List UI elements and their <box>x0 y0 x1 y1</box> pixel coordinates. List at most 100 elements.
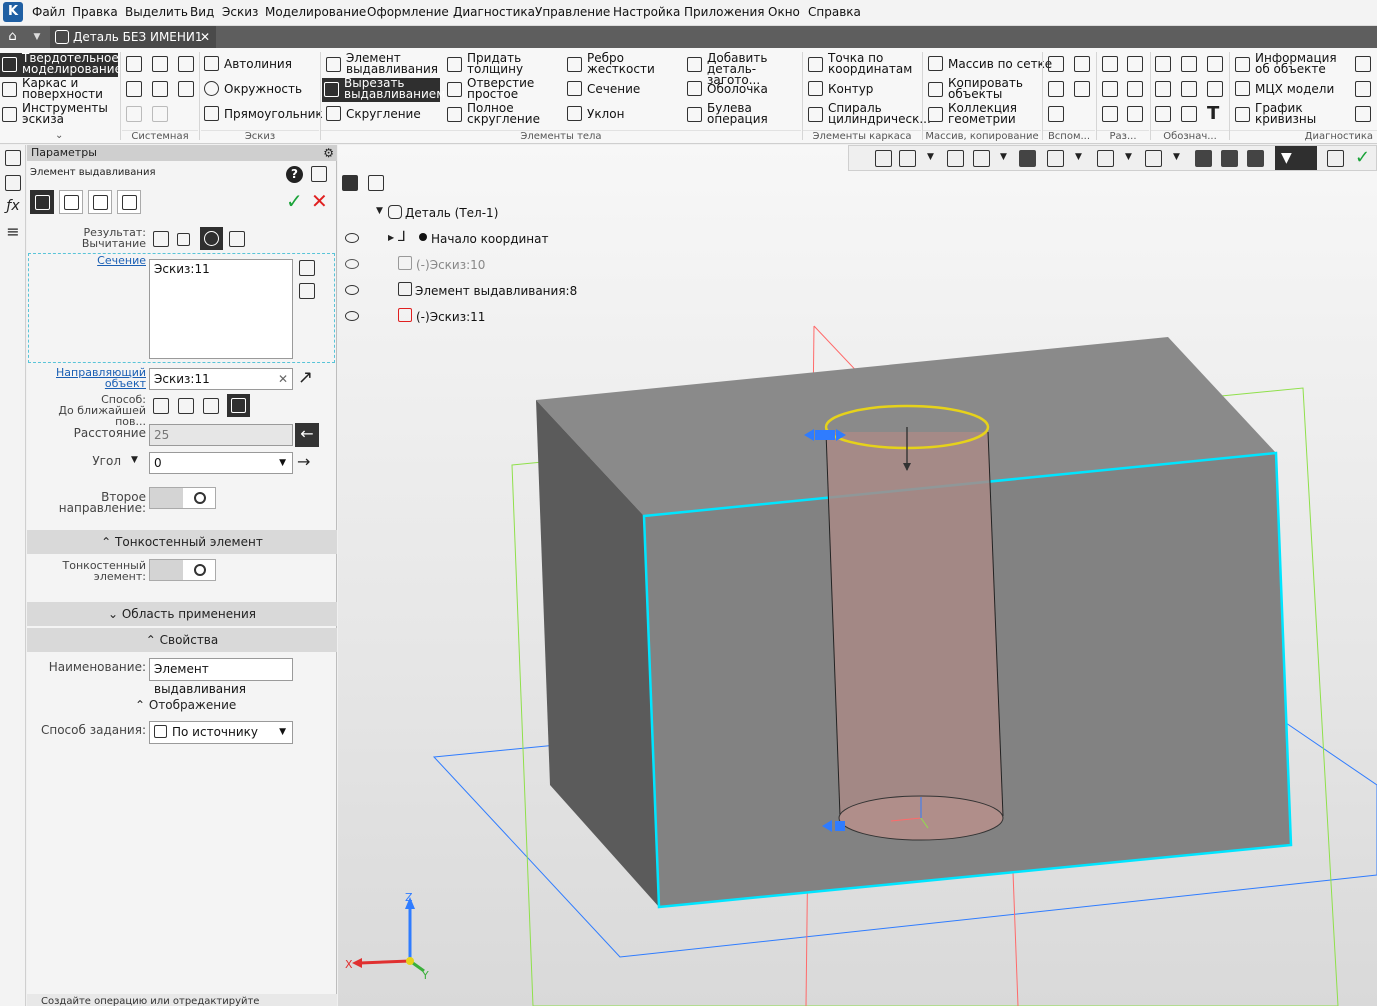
diag-extra-icon[interactable] <box>1355 56 1371 72</box>
guide-link[interactable]: Направляющий объект <box>29 367 146 389</box>
create-sketch-icon[interactable] <box>299 283 315 299</box>
close-tab-icon[interactable]: ✕ <box>200 26 210 48</box>
app-logo-icon[interactable]: K <box>3 2 23 22</box>
chevron-down-icon[interactable]: ▼ <box>1075 152 1082 162</box>
hidden-eye-icon[interactable] <box>345 259 359 269</box>
result-union-icon[interactable] <box>153 231 169 247</box>
visibility-icon[interactable] <box>1145 150 1162 167</box>
open-file-icon[interactable] <box>152 56 168 72</box>
second-direction-toggle[interactable] <box>149 487 216 509</box>
roughness-icon[interactable] <box>1207 56 1223 72</box>
rib-button[interactable]: Ребро жесткости <box>565 52 675 77</box>
menu-apps[interactable]: Приложения <box>684 5 765 19</box>
thin-wall-toggle[interactable] <box>149 559 216 581</box>
layers-menu-icon[interactable]: ≡ <box>5 224 21 241</box>
method-nearest-surface-button[interactable] <box>227 394 250 417</box>
menu-manage[interactable]: Управление <box>535 5 610 19</box>
undo-icon[interactable] <box>126 106 142 122</box>
mass-properties-button[interactable]: МЦХ модели <box>1233 77 1334 101</box>
home-icon[interactable]: ⌂ <box>0 26 25 48</box>
snap-icon[interactable] <box>1195 150 1212 167</box>
variables-fx-icon[interactable]: ƒx <box>5 199 21 216</box>
help-icon[interactable]: ? <box>286 166 303 183</box>
method-distance-icon[interactable] <box>153 398 169 414</box>
weld-icon[interactable] <box>1127 106 1143 122</box>
tab-properties-button[interactable] <box>117 190 141 214</box>
menu-view[interactable]: Вид <box>190 5 214 19</box>
clear-x-icon[interactable]: ✕ <box>278 369 288 389</box>
tab-dropdown-icon[interactable]: ▼ <box>28 26 46 48</box>
thread-icon[interactable] <box>1155 56 1171 72</box>
model-tree-icon[interactable] <box>5 150 21 166</box>
rotate-icon[interactable] <box>973 150 990 167</box>
expand-arrow-icon[interactable]: ▶ <box>388 233 394 242</box>
tree-item-origin[interactable]: Начало координат <box>431 232 548 246</box>
result-new-body-icon[interactable] <box>177 233 190 246</box>
eyedropper-icon[interactable] <box>1327 150 1344 167</box>
menu-help[interactable]: Справка <box>808 5 861 19</box>
display-subsection-header[interactable]: ⌃ Отображение <box>135 698 236 712</box>
circle-button[interactable]: Окружность <box>202 77 302 101</box>
aux-axis-icon[interactable] <box>1074 56 1090 72</box>
mode-solid-modeling[interactable]: Твердотельное моделирование <box>0 52 122 77</box>
tab-document[interactable]: Деталь БЕЗ ИМЕНИ1 ✕ <box>50 26 216 48</box>
chevron-down-icon[interactable]: ▼ <box>1000 152 1007 162</box>
tree-item-sketch11[interactable]: (-)Эскиз:11 <box>416 310 485 324</box>
method-to-vertex-icon[interactable] <box>203 398 219 414</box>
menu-select[interactable]: Выделить <box>125 5 188 19</box>
dimension-icon[interactable] <box>1155 81 1171 97</box>
thicken-button[interactable]: Придать толщину <box>445 52 557 77</box>
curvature-graph-button[interactable]: График кривизны <box>1233 102 1343 127</box>
properties-section-header[interactable]: ⌃ Свойства <box>27 628 337 652</box>
gear-icon[interactable]: ⚙ <box>323 146 334 160</box>
display-mode-select[interactable]: По источнику ▼ <box>149 721 293 744</box>
menu-window[interactable]: Окно <box>768 5 800 19</box>
expand-ribbon-icon[interactable]: ⌄ <box>55 130 63 141</box>
redo-icon[interactable] <box>152 106 168 122</box>
method-through-all-icon[interactable] <box>178 398 194 414</box>
base-icon[interactable] <box>1155 106 1171 122</box>
display-style-icon[interactable] <box>1047 150 1064 167</box>
preview-icon[interactable] <box>152 81 168 97</box>
tree-item-part[interactable]: Деталь (Тел-1) <box>405 206 498 220</box>
grid-array-button[interactable]: Массив по сетке <box>926 52 1052 76</box>
select-sketch-icon[interactable] <box>299 260 315 276</box>
chevron-down-icon[interactable]: ▼ <box>1173 152 1180 162</box>
reverse-direction-button[interactable]: ← <box>295 423 319 447</box>
print-icon[interactable] <box>126 81 142 97</box>
angle-direction-icon[interactable]: → <box>297 452 310 472</box>
tolerance-icon[interactable] <box>1207 81 1223 97</box>
3d-viewport[interactable]: Z X Y ▼ ▼ ▼ ▼ ▼ ▼ ✓ ▼ Деталь (Тел-1) ▶ ⅃ <box>338 145 1377 1006</box>
point-coords-button[interactable]: Точка по координатам <box>806 52 922 77</box>
aux-point-icon[interactable] <box>1048 81 1064 97</box>
chevron-down-icon[interactable]: ▼ <box>927 152 934 162</box>
cut-cylinder[interactable] <box>826 432 1003 816</box>
parameters-icon[interactable] <box>5 175 21 191</box>
angle-field[interactable]: 0 ▼ <box>149 452 293 474</box>
tree-view-icon[interactable] <box>311 166 327 182</box>
scope-section-header[interactable]: ⌄ Область применения <box>27 602 337 626</box>
properties-icon[interactable] <box>178 81 194 97</box>
marker-icon[interactable] <box>1181 106 1197 122</box>
tree-item-extrude8[interactable]: Элемент выдавливания:8 <box>415 284 577 298</box>
rectangle-button[interactable]: Прямоугольник <box>202 102 323 126</box>
split-icon[interactable] <box>1102 81 1118 97</box>
menu-design[interactable]: Оформление <box>367 5 449 19</box>
draft-button[interactable]: Уклон <box>565 102 624 126</box>
drag-handle[interactable] <box>815 430 835 440</box>
result-subtract-button[interactable] <box>200 227 223 250</box>
result-intersect-icon[interactable] <box>229 231 245 247</box>
tab-scope-button[interactable] <box>88 190 112 214</box>
section-list[interactable]: Эскиз:11 <box>149 259 293 359</box>
tab-thin-button[interactable] <box>59 190 83 214</box>
cut-plane-icon[interactable] <box>1127 56 1143 72</box>
angle-dropdown-icon[interactable]: ▼ <box>131 455 138 465</box>
section-item[interactable]: Эскиз:11 <box>154 262 210 276</box>
orient-icon[interactable] <box>875 150 892 167</box>
menu-edit[interactable]: Правка <box>72 5 118 19</box>
menu-settings[interactable]: Настройка <box>613 5 680 19</box>
filter-icon[interactable]: ▼ <box>1275 146 1317 170</box>
tree-item-sketch10[interactable]: (-)Эскиз:10 <box>416 258 485 272</box>
aux-line-icon[interactable] <box>1048 106 1064 122</box>
chevron-down-icon[interactable]: ▼ <box>279 722 286 742</box>
